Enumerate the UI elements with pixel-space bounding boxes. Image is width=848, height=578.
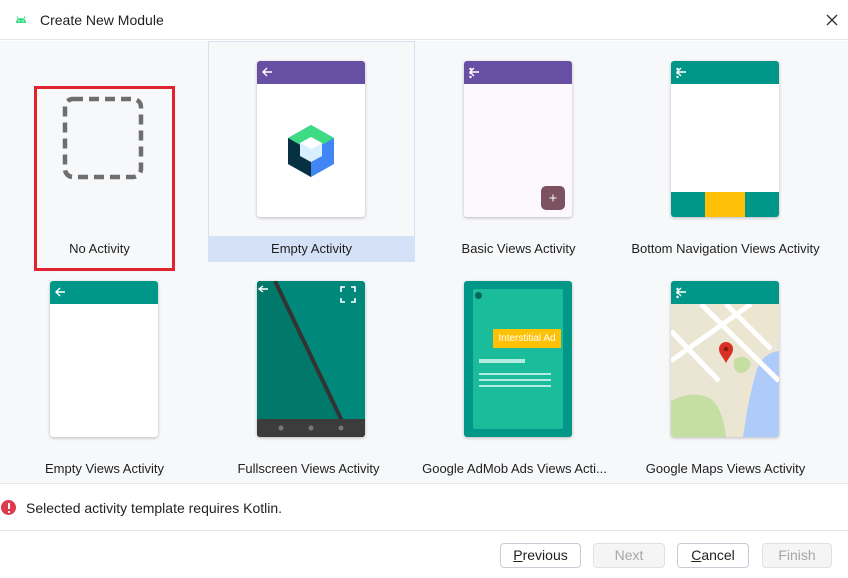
template-basic-views-activity[interactable]: Basic Views Activity <box>415 41 622 261</box>
template-label: Empty Views Activity <box>45 461 164 476</box>
overflow-menu-icon <box>469 67 472 79</box>
title-bar: Create New Module <box>0 0 848 40</box>
overflow-menu-icon <box>676 287 679 299</box>
template-preview <box>50 281 158 437</box>
template-preview: Interstitial Ad <box>464 281 572 437</box>
error-icon <box>1 500 16 515</box>
map-preview <box>671 301 779 437</box>
back-arrow-icon <box>55 287 65 297</box>
bottom-nav-bar <box>671 192 779 217</box>
previous-button[interactable]: Previous <box>500 543 581 568</box>
highlight-frame <box>34 86 175 271</box>
template-bottom-navigation-views-activity[interactable]: Bottom Navigation Views Activity <box>622 41 829 261</box>
template-label: Empty Activity <box>271 241 352 256</box>
cancel-button[interactable]: Cancel <box>677 543 749 568</box>
template-preview <box>257 61 365 217</box>
fullscreen-diagonal <box>257 281 365 437</box>
template-preview <box>257 281 365 437</box>
template-google-maps-views-activity[interactable]: Google Maps Views Activity <box>622 262 829 482</box>
status-message: Selected activity template requires Kotl… <box>26 500 283 516</box>
android-icon <box>16 16 26 23</box>
compose-logo-icon <box>288 125 334 177</box>
overflow-menu-icon <box>676 67 679 79</box>
template-empty-activity[interactable]: Empty Activity <box>208 41 415 261</box>
back-arrow-icon <box>262 67 272 77</box>
finish-button[interactable]: Finish <box>762 543 832 568</box>
bottom-nav-selected-tab <box>705 192 745 217</box>
template-gallery: No Activity Empty Activity Basic Views A… <box>0 41 848 484</box>
ad-panel: Interstitial Ad <box>473 289 563 429</box>
template-preview <box>671 61 779 217</box>
template-label: Basic Views Activity <box>461 241 576 256</box>
template-google-admob-ads-views-activity[interactable]: Interstitial Ad Google AdMob Ads Views A… <box>415 262 622 482</box>
next-button[interactable]: Next <box>593 543 665 568</box>
ad-label: Interstitial Ad <box>493 329 561 348</box>
fab-icon <box>541 186 565 210</box>
window-title: Create New Module <box>40 12 164 28</box>
template-preview <box>671 281 779 437</box>
template-label: Google AdMob Ads Views Acti... <box>422 461 607 476</box>
template-empty-views-activity[interactable]: Empty Views Activity <box>0 262 207 482</box>
template-label: Google Maps Views Activity <box>645 461 806 476</box>
template-label: Fullscreen Views Activity <box>237 461 380 476</box>
template-preview <box>464 61 572 217</box>
close-icon[interactable] <box>822 10 842 30</box>
template-fullscreen-views-activity[interactable]: Fullscreen Views Activity <box>208 262 415 482</box>
template-label: Bottom Navigation Views Activity <box>631 241 820 256</box>
camera-dot-icon <box>475 292 482 299</box>
